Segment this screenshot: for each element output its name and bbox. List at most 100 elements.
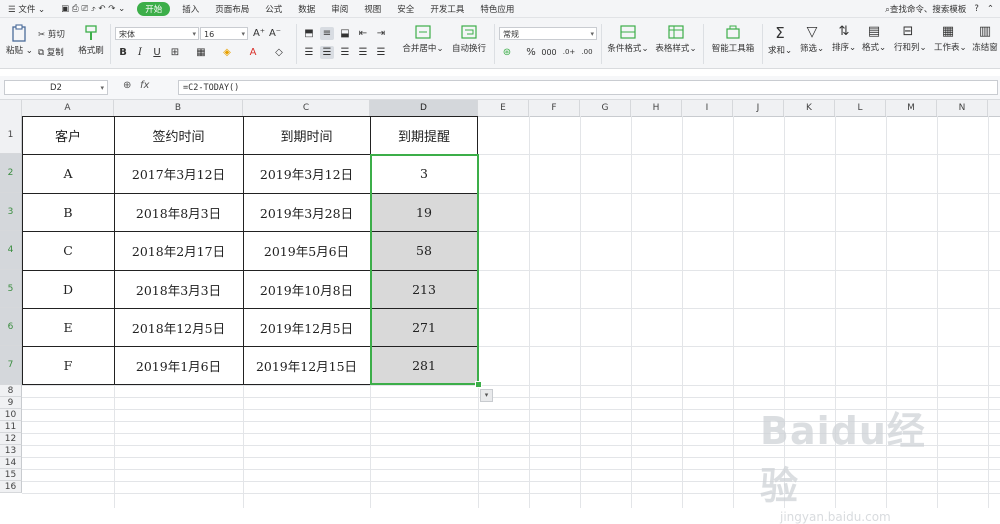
- tab-review[interactable]: 审阅: [323, 3, 356, 15]
- tab-security[interactable]: 安全: [389, 3, 422, 15]
- column-header-n[interactable]: N: [937, 100, 988, 116]
- row-header-14[interactable]: 14: [0, 457, 22, 469]
- row-header-3[interactable]: 3: [0, 193, 22, 231]
- cell-a7[interactable]: F: [22, 346, 114, 385]
- cell-a3[interactable]: B: [22, 193, 114, 231]
- format-button[interactable]: ▤ 格式⌄: [862, 24, 886, 53]
- export-icon[interactable]: ⤴: [91, 4, 96, 14]
- column-header-m[interactable]: M: [886, 100, 937, 116]
- tab-developer[interactable]: 开发工具: [422, 3, 472, 15]
- filter-button[interactable]: ▽ 筛选⌄: [800, 24, 824, 54]
- currency-icon[interactable]: ⊛: [500, 46, 514, 59]
- name-box[interactable]: D2 ▾: [4, 80, 108, 95]
- freeze-button[interactable]: ▥ 冻结窗: [972, 24, 998, 53]
- row-col-button[interactable]: ⊟ 行和列⌄: [894, 24, 927, 53]
- tab-view[interactable]: 视图: [356, 3, 389, 15]
- cell-d7[interactable]: 281: [370, 346, 478, 385]
- merge-center-button[interactable]: 合并居中⌄: [402, 24, 444, 54]
- save-icon[interactable]: ▣: [61, 4, 69, 14]
- row-header-6[interactable]: 6: [0, 308, 22, 346]
- formula-input[interactable]: =C2-TODAY(): [178, 80, 998, 95]
- copy-button[interactable]: ⧉ 复制: [38, 46, 64, 58]
- column-header-b[interactable]: B: [114, 100, 243, 116]
- font-size-select[interactable]: 16 ▾: [200, 27, 248, 40]
- column-header-f[interactable]: F: [529, 100, 580, 116]
- cell-d2[interactable]: 3: [370, 154, 478, 193]
- cell-b3[interactable]: 2018年8月3日: [114, 193, 243, 231]
- font-name-select[interactable]: 宋体 ▾: [115, 27, 199, 40]
- tab-data[interactable]: 数据: [290, 3, 323, 15]
- fx-icon[interactable]: fx: [140, 80, 149, 91]
- select-all-corner[interactable]: [0, 100, 22, 116]
- cell-c7[interactable]: 2019年12月15日: [243, 346, 370, 385]
- column-header-c[interactable]: C: [243, 100, 370, 116]
- align-bottom-icon[interactable]: ⬓: [338, 27, 352, 40]
- thousands-button[interactable]: 000: [540, 46, 558, 59]
- row-header-4[interactable]: 4: [0, 231, 22, 270]
- cell-b6[interactable]: 2018年12月5日: [114, 308, 243, 346]
- redo-icon[interactable]: ↷: [108, 4, 115, 14]
- wrap-text-button[interactable]: 自动换行: [450, 24, 488, 54]
- border-icon[interactable]: ⊞: [168, 46, 182, 59]
- decrease-font-icon[interactable]: A⁻: [268, 27, 282, 40]
- indent-increase-icon[interactable]: ⇥: [374, 27, 388, 40]
- cell-c6[interactable]: 2019年12月5日: [243, 308, 370, 346]
- decrease-decimal-icon[interactable]: .00: [580, 46, 594, 59]
- row-header-7[interactable]: 7: [0, 346, 22, 385]
- row-header-15[interactable]: 15: [0, 469, 22, 481]
- row-header-10[interactable]: 10: [0, 409, 22, 421]
- cell-c5[interactable]: 2019年10月8日: [243, 270, 370, 308]
- column-header-j[interactable]: J: [733, 100, 784, 116]
- row-header-9[interactable]: 9: [0, 397, 22, 409]
- cell-d1[interactable]: 到期提醒: [370, 116, 478, 154]
- cell-b4[interactable]: 2018年2月17日: [114, 231, 243, 270]
- align-right-icon[interactable]: ☰: [338, 46, 352, 59]
- cell-a5[interactable]: D: [22, 270, 114, 308]
- collapse-ribbon-icon[interactable]: ⌃: [987, 4, 994, 14]
- cell-c1[interactable]: 到期时间: [243, 116, 370, 154]
- cell-b2[interactable]: 2017年3月12日: [114, 154, 243, 193]
- file-menu[interactable]: ☰ 文件 ⌄: [0, 3, 53, 15]
- row-header-2[interactable]: 2: [0, 154, 22, 193]
- underline-icon[interactable]: U: [150, 46, 164, 59]
- format-painter-button[interactable]: 格式刷: [76, 24, 106, 56]
- cell-a6[interactable]: E: [22, 308, 114, 346]
- row-header-8[interactable]: 8: [0, 385, 22, 397]
- smart-toolbox-button[interactable]: 智能工具箱: [710, 24, 756, 54]
- help-icon[interactable]: ?: [974, 4, 979, 14]
- tab-home[interactable]: 开始: [137, 1, 171, 16]
- cell-a1[interactable]: 客户: [22, 116, 114, 154]
- column-header-l[interactable]: L: [835, 100, 886, 116]
- increase-font-icon[interactable]: A⁺: [252, 27, 266, 40]
- fill-pattern-icon[interactable]: ▦: [194, 46, 208, 59]
- justify-icon[interactable]: ☰: [356, 46, 370, 59]
- cut-button[interactable]: ✂ 剪切: [38, 28, 65, 40]
- column-header-a[interactable]: A: [22, 100, 114, 116]
- cell-b7[interactable]: 2019年1月6日: [114, 346, 243, 385]
- command-search[interactable]: ⌕查找命令、搜索模板: [885, 3, 966, 15]
- table-style-button[interactable]: 表格样式⌄: [654, 24, 698, 54]
- italic-icon[interactable]: I: [133, 46, 147, 59]
- indent-decrease-icon[interactable]: ⇤: [356, 27, 370, 40]
- auto-fill-options-icon[interactable]: ▾: [480, 389, 493, 402]
- align-middle-icon[interactable]: ≡: [320, 27, 334, 40]
- column-header-h[interactable]: H: [631, 100, 682, 116]
- bold-icon[interactable]: B: [116, 46, 130, 59]
- row-header-5[interactable]: 5: [0, 270, 22, 308]
- cell-d3[interactable]: 19: [370, 193, 478, 231]
- cell-c3[interactable]: 2019年3月28日: [243, 193, 370, 231]
- cell-b5[interactable]: 2018年3月3日: [114, 270, 243, 308]
- row-header-12[interactable]: 12: [0, 433, 22, 445]
- cell-c4[interactable]: 2019年5月6日: [243, 231, 370, 270]
- tab-features[interactable]: 特色应用: [472, 3, 522, 15]
- row-header-1[interactable]: 1: [0, 116, 22, 154]
- cell-a2[interactable]: A: [22, 154, 114, 193]
- tab-page-layout[interactable]: 页面布局: [207, 3, 257, 15]
- row-header-16[interactable]: 16: [0, 481, 22, 493]
- column-header-d[interactable]: D: [370, 100, 478, 116]
- more-icon[interactable]: ⌄: [118, 4, 125, 14]
- fill-handle[interactable]: [475, 381, 482, 388]
- worksheet-button[interactable]: ▦ 工作表⌄: [934, 24, 967, 53]
- number-format-select[interactable]: 常规 ▾: [499, 27, 597, 40]
- increase-decimal-icon[interactable]: .0+: [562, 46, 576, 59]
